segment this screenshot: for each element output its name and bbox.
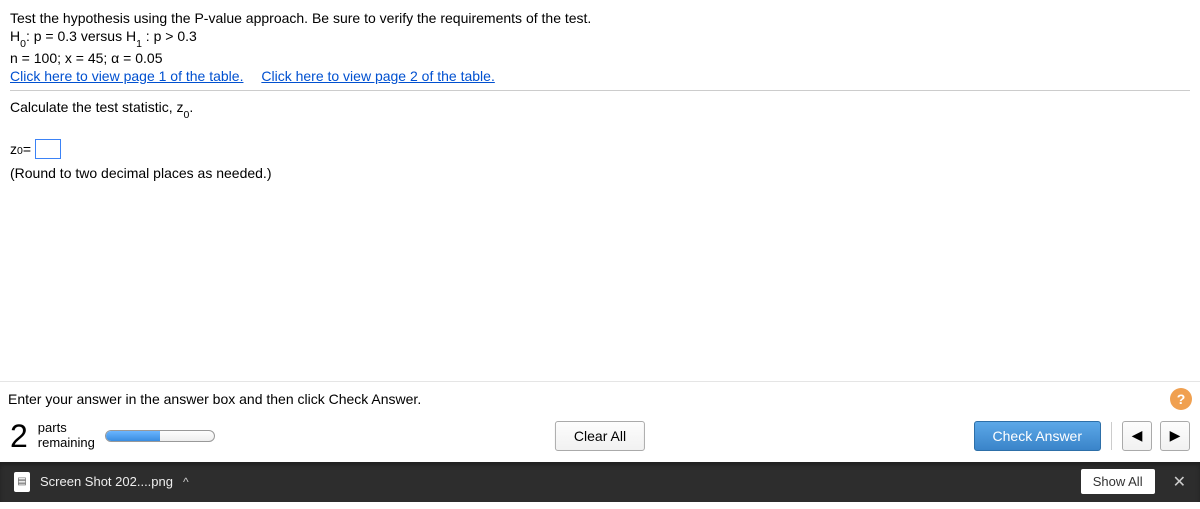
- calc-suffix: .: [189, 99, 193, 115]
- parts-left: 2 parts remaining: [10, 420, 215, 452]
- h0-subscript: 0: [20, 38, 26, 50]
- table-link-1[interactable]: Click here to view page 1 of the table.: [10, 68, 243, 84]
- answer-row: z0 =: [10, 139, 1190, 159]
- z0-label-suffix: =: [23, 141, 31, 157]
- progress-bar: [105, 430, 215, 442]
- divider: [10, 90, 1190, 91]
- right-controls: Check Answer ◀ ▶: [974, 421, 1190, 451]
- h0-body: : p = 0.3 versus H: [26, 28, 136, 44]
- parts-label: parts remaining: [38, 421, 95, 450]
- check-answer-button[interactable]: Check Answer: [974, 421, 1101, 451]
- chevron-up-icon[interactable]: ^: [183, 475, 189, 489]
- nav-next-button[interactable]: ▶: [1160, 421, 1190, 451]
- z0-label-sub: 0: [17, 145, 23, 157]
- h1-subscript: 1: [136, 38, 142, 50]
- calculate-statistic-line: Calculate the test statistic, z0.: [10, 99, 1190, 119]
- params-line: n = 100; x = 45; α = 0.05: [10, 50, 1190, 66]
- h0-prefix: H: [10, 28, 20, 44]
- clear-all-wrap: Clear All: [555, 421, 645, 451]
- help-icon[interactable]: ?: [1170, 388, 1192, 410]
- z0-label-prefix: z: [10, 141, 17, 157]
- parts-count: 2: [10, 420, 28, 452]
- downloads-bar: ▤ Screen Shot 202....png ^ Show All ✕: [0, 462, 1200, 502]
- download-item[interactable]: ▤ Screen Shot 202....png ^: [14, 472, 189, 492]
- nav-prev-button[interactable]: ◀: [1122, 421, 1152, 451]
- show-all-button[interactable]: Show All: [1081, 469, 1155, 494]
- parts-row: 2 parts remaining Clear All Check Answer…: [0, 414, 1200, 462]
- close-icon[interactable]: ✕: [1173, 472, 1186, 492]
- calc-sub: 0: [184, 109, 190, 121]
- progress-fill: [106, 431, 160, 441]
- hypothesis-line: H0: p = 0.3 versus H1 : p > 0.3: [10, 28, 1190, 48]
- downloads-right: Show All ✕: [1081, 469, 1186, 494]
- footer-prompt-row: Enter your answer in the answer box and …: [0, 381, 1200, 414]
- table-link-2[interactable]: Click here to view page 2 of the table.: [261, 68, 494, 84]
- z0-input[interactable]: [35, 139, 61, 159]
- parts-label-bottom: remaining: [38, 436, 95, 450]
- separator: [1111, 422, 1112, 450]
- clear-all-button[interactable]: Clear All: [555, 421, 645, 451]
- question-intro: Test the hypothesis using the P-value ap…: [10, 10, 1190, 26]
- download-file-name: Screen Shot 202....png: [40, 474, 173, 489]
- round-note: (Round to two decimal places as needed.): [10, 165, 1190, 181]
- h1-body: : p > 0.3: [142, 28, 197, 44]
- parts-label-top: parts: [38, 421, 95, 435]
- footer-prompt-text: Enter your answer in the answer box and …: [8, 391, 421, 407]
- calc-prefix: Calculate the test statistic, z: [10, 99, 184, 115]
- table-links: Click here to view page 1 of the table. …: [10, 68, 1190, 84]
- file-icon: ▤: [14, 472, 30, 492]
- question-panel: Test the hypothesis using the P-value ap…: [0, 0, 1200, 181]
